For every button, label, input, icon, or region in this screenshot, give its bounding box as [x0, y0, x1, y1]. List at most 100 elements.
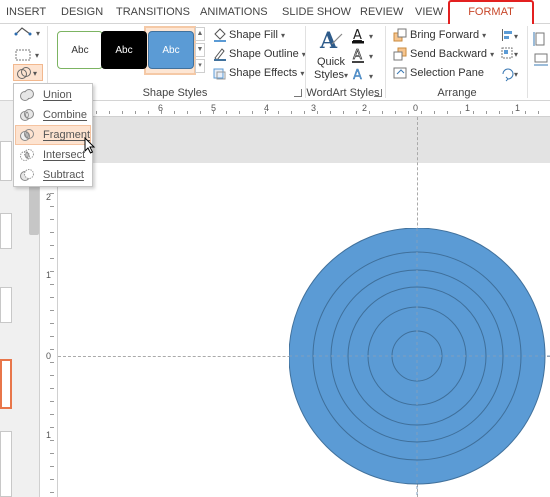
ruler-tick: [278, 111, 279, 114]
wordart-styles-launcher-icon[interactable]: [374, 89, 382, 97]
slide-thumbnail[interactable]: [0, 141, 12, 181]
menu-item-combine[interactable]: Combine: [15, 105, 91, 125]
slide-thumbnail-selected[interactable]: [0, 359, 12, 409]
ruler-tick: [408, 111, 409, 114]
ruler-tick: [473, 111, 474, 114]
text-effects-icon[interactable]: A ▾: [353, 68, 373, 83]
shape-styles-group-label: Shape Styles: [142, 87, 208, 99]
ruler-number: 1: [515, 103, 521, 113]
ruler-tick: [187, 111, 188, 114]
size-tools: [533, 32, 548, 66]
svg-text:▾: ▾: [514, 70, 518, 79]
ruler-number: 0: [46, 351, 52, 361]
ruler-tick: [239, 111, 240, 114]
gallery-scroll-down-button[interactable]: ▼: [195, 43, 205, 57]
ruler-tick: [135, 111, 136, 114]
tab-view[interactable]: VIEW: [415, 0, 443, 24]
style-thumb-outline-green[interactable]: Abc: [57, 31, 103, 69]
wordart-tools: A ▾ A ▾ A ▾: [352, 28, 373, 83]
ruler-tick: [499, 111, 500, 114]
rotate-icon[interactable]: ▾: [502, 68, 518, 82]
ruler-number: 2: [362, 103, 368, 113]
fragment-icon: [20, 129, 34, 141]
tab-design[interactable]: DESIGN: [61, 0, 103, 24]
wordart-styles-group-label: WordArt Styles: [306, 87, 380, 99]
ruler-number: 0: [413, 103, 419, 113]
selection-pane-icon: [393, 67, 407, 79]
shape-width-icon[interactable]: [534, 53, 548, 66]
svg-text:▾: ▾: [33, 69, 37, 78]
ruler-tick: [447, 111, 448, 114]
style-thumb-black[interactable]: Abc: [101, 31, 147, 69]
ruler-tick: [525, 111, 526, 114]
shape-fill-label: Shape Fill: [229, 29, 278, 41]
merge-shapes-button[interactable]: ▾: [13, 64, 43, 81]
ruler-tick: [50, 492, 54, 493]
ruler-tick: [148, 111, 149, 114]
ruler-number: 1: [46, 430, 52, 440]
ruler-tick: [538, 111, 539, 114]
shape-outline-label: Shape Outline: [229, 48, 299, 60]
ruler-tick: [50, 401, 54, 402]
menu-item-union[interactable]: Union: [15, 85, 91, 105]
pencil-icon: [214, 48, 226, 61]
style-thumb-blue[interactable]: Abc: [148, 31, 194, 69]
menu-item-intersect[interactable]: Intersect: [15, 145, 91, 165]
gallery-more-button[interactable]: ▾: [195, 59, 205, 73]
ruler-tick: [50, 349, 54, 350]
ruler-tick: [50, 479, 54, 480]
ruler-tick: [291, 111, 292, 114]
ruler-tick: [50, 193, 54, 194]
ruler-tick: [460, 111, 461, 114]
tab-transitions[interactable]: TRANSITIONS: [116, 0, 190, 24]
ruler-tick: [50, 466, 54, 467]
svg-text:▾: ▾: [36, 29, 40, 38]
menu-item-fragment[interactable]: Fragment: [15, 125, 91, 145]
arrange-tools: ▾ ▾ ▾: [501, 29, 518, 82]
ruler-tick: [50, 258, 54, 259]
text-outline-icon[interactable]: A ▾: [352, 48, 373, 63]
svg-text:A: A: [353, 28, 362, 43]
horizontal-ruler: 6 5 4 3 2 0 1 1: [92, 101, 550, 117]
shape-height-icon[interactable]: [533, 32, 545, 46]
merge-shapes-icon: ▾: [17, 67, 37, 79]
quick-styles-icon[interactable]: A: [318, 26, 344, 56]
text-fill-icon[interactable]: A ▾: [352, 28, 373, 44]
thumbnail-scrollbar-thumb[interactable]: [29, 185, 39, 235]
svg-text:▾: ▾: [369, 32, 373, 41]
menu-item-label: Union: [43, 89, 72, 101]
ruler-tick: [252, 111, 253, 114]
ruler-tick: [122, 111, 123, 114]
ruler-tick: [343, 111, 344, 114]
tab-format[interactable]: FORMAT: [449, 0, 533, 24]
text-box-icon[interactable]: ▾: [12, 48, 44, 62]
menu-item-label: Combine: [43, 109, 88, 121]
paint-bucket-icon: [214, 28, 226, 42]
ruler-tick: [50, 219, 54, 220]
group-objects-icon[interactable]: ▾: [501, 47, 518, 59]
tab-insert[interactable]: INSERT: [6, 0, 46, 24]
ruler-tick: [50, 453, 54, 454]
send-backward-label: Send Backward: [410, 48, 488, 60]
ruler-tick: [369, 111, 370, 114]
menu-item-subtract[interactable]: Subtract: [15, 165, 91, 185]
shape-styles-launcher-icon[interactable]: [294, 89, 302, 97]
tab-animations[interactable]: ANIMATIONS: [200, 0, 268, 24]
slide-thumbnail[interactable]: [0, 287, 12, 323]
concentric-circles-shape[interactable]: [289, 228, 550, 497]
svg-text:▾: ▾: [369, 52, 373, 61]
gallery-scroll-up-button[interactable]: ▲: [195, 27, 205, 41]
slide-thumbnail[interactable]: [0, 213, 12, 249]
shape-effects-label: Shape Effects: [229, 67, 298, 79]
ruler-tick: [109, 111, 110, 114]
svg-text:A: A: [353, 48, 362, 63]
quick-styles-button[interactable]: Quick Styles▾: [313, 56, 349, 82]
ruler-tick: [213, 111, 214, 114]
ribbon-separator: [527, 26, 528, 98]
tab-slide-show[interactable]: SLIDE SHOW: [282, 0, 351, 24]
slide-thumbnail[interactable]: [0, 431, 12, 497]
intersect-icon: [20, 149, 34, 161]
ruler-tick: [50, 362, 54, 363]
align-icon[interactable]: ▾: [502, 29, 518, 41]
tab-review[interactable]: REVIEW: [360, 0, 403, 24]
